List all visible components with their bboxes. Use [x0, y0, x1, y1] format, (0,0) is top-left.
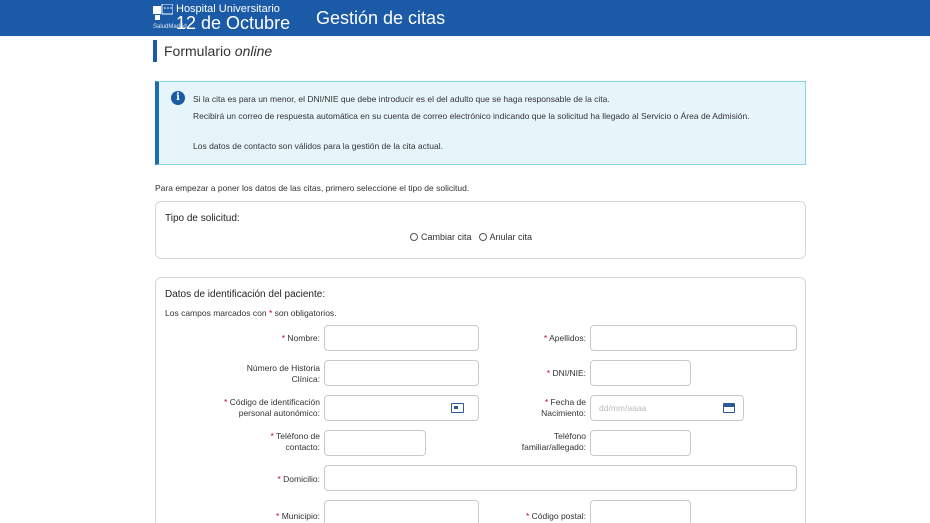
dni-input[interactable]: [590, 360, 691, 386]
historia-label-line1: Número de Historia: [246, 363, 320, 373]
required-note-prefix: Los campos marcados con: [165, 308, 267, 318]
apellidos-label: * Apellidos:: [486, 333, 586, 344]
codigo-label: * Código de identificación personal auto…: [186, 397, 320, 419]
codigo-postal-label-text: Código postal:: [531, 511, 586, 521]
familiar-input[interactable]: [590, 430, 691, 456]
telefono-label-line1: Teléfono de: [276, 431, 320, 441]
alert-line-2: Recibirá un correo de respuesta automáti…: [193, 111, 750, 121]
fecha-placeholder: dd/mm/aaaa: [599, 403, 647, 413]
id-card-icon[interactable]: [451, 403, 464, 413]
fecha-input[interactable]: dd/mm/aaaa: [590, 395, 744, 421]
required-marker: *: [543, 333, 548, 343]
page-title: Formulario online: [164, 42, 272, 60]
info-icon: i: [171, 91, 185, 105]
telefono-label-line2: contacto:: [285, 442, 321, 452]
codigo-postal-label: * Código postal:: [486, 511, 586, 522]
nombre-input[interactable]: [324, 325, 479, 351]
familiar-label-line2: familiar/allegado:: [521, 442, 586, 452]
apellidos-input[interactable]: [590, 325, 797, 351]
domicilio-input[interactable]: [324, 465, 797, 491]
required-marker: *: [270, 431, 274, 441]
required-marker: *: [525, 511, 530, 521]
patient-card-title: Datos de identificación del paciente:: [165, 289, 326, 300]
required-marker: *: [546, 368, 551, 378]
required-star: *: [268, 308, 273, 318]
request-type-title: Tipo de solicitud:: [165, 213, 240, 224]
request-type-options: Cambiar cita Anular cita: [410, 232, 536, 242]
app-title: Gestión de citas: [316, 8, 446, 28]
required-marker: *: [281, 333, 286, 343]
required-note-suffix: son obligatorios.: [274, 308, 337, 318]
radio-cambiar-cita[interactable]: [410, 233, 418, 241]
nombre-label-text: Nombre:: [287, 333, 320, 343]
page-title-emphasis: online: [234, 43, 273, 59]
radio-cambiar-cita-label[interactable]: Cambiar cita: [421, 232, 472, 242]
fecha-label: * Fecha de Nacimiento:: [486, 397, 586, 419]
calendar-icon[interactable]: [723, 403, 735, 413]
historia-input[interactable]: [324, 360, 479, 386]
hospital-name-line2: 12 de Octubre: [176, 13, 291, 33]
domicilio-label-text: Domicilio:: [283, 474, 320, 484]
request-type-card: Tipo de solicitud: Cambiar cita Anular c…: [155, 201, 806, 259]
historia-label: Número de Historia Clínica:: [196, 363, 320, 385]
codigo-postal-input[interactable]: [590, 500, 691, 523]
dni-label: * DNI/NIE:: [486, 368, 586, 379]
info-alert: i Si la cita es para un menor, el DNI/NI…: [155, 81, 806, 165]
page-title-prefix: Formulario: [164, 43, 231, 59]
patient-card: Datos de identificación del paciente: Lo…: [155, 277, 806, 523]
historia-label-line2: Clínica:: [291, 374, 320, 384]
required-marker: *: [276, 511, 280, 521]
required-marker: *: [224, 397, 228, 407]
codigo-label-line1: Código de identificación: [229, 397, 320, 407]
required-note: Los campos marcados con * son obligatori…: [165, 308, 337, 318]
telefono-input[interactable]: [324, 430, 426, 456]
municipio-input[interactable]: [324, 500, 479, 523]
nombre-label: * Nombre:: [196, 333, 320, 344]
familiar-label-line1: Teléfono: [553, 431, 586, 441]
radio-anular-cita[interactable]: [478, 233, 487, 241]
header-bar: SaludMadrid Hospital Universitario 12 de…: [0, 0, 930, 36]
municipio-label-text: Municipio:: [281, 511, 320, 521]
apellidos-label-text: Apellidos:: [549, 333, 586, 343]
dni-label-text: DNI/NIE:: [552, 368, 586, 378]
saludmadrid-logo-icon: [153, 4, 173, 20]
codigo-label-line2: personal autonómico:: [238, 408, 320, 418]
domicilio-label: * Domicilio:: [196, 474, 320, 485]
fecha-label-line1: Fecha de: [550, 397, 586, 407]
municipio-label: * Municipio:: [196, 511, 320, 522]
alert-line-3: Los datos de contacto son válidos para l…: [193, 141, 443, 151]
fecha-label-line2: Nacimiento:: [541, 408, 586, 418]
intro-text: Para empezar a poner los datos de las ci…: [155, 183, 470, 193]
telefono-label: * Teléfono de contacto:: [216, 431, 320, 453]
radio-anular-cita-label[interactable]: Anular cita: [490, 232, 533, 242]
codigo-input[interactable]: [324, 395, 479, 421]
required-marker: *: [277, 474, 281, 484]
required-marker: *: [544, 397, 549, 407]
familiar-label: Teléfono familiar/allegado:: [486, 431, 586, 453]
alert-line-1: Si la cita es para un menor, el DNI/NIE …: [193, 94, 610, 104]
subtitle-accent: [153, 40, 157, 62]
